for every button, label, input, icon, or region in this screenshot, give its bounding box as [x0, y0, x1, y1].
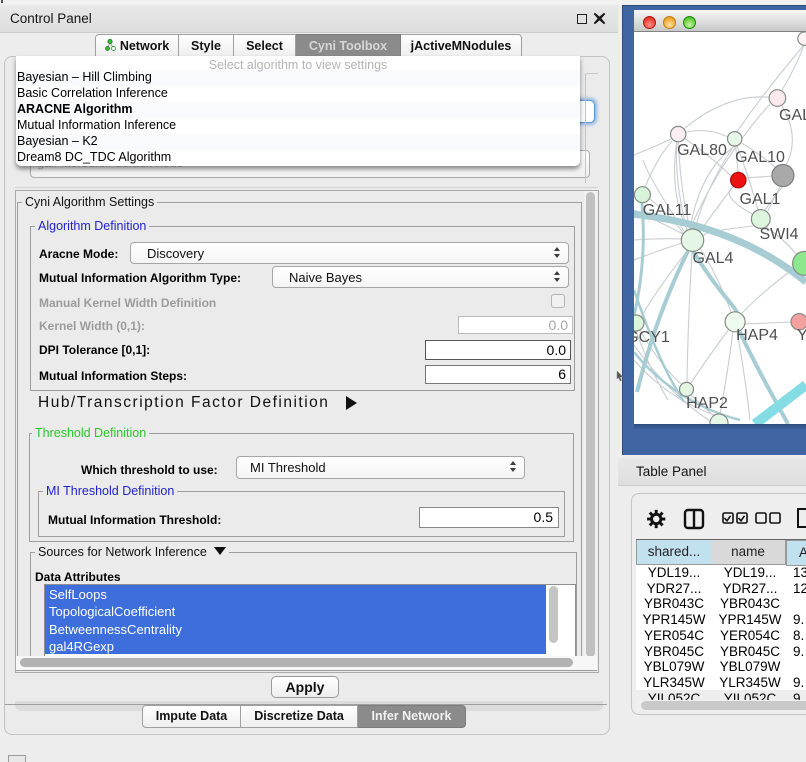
svg-text:GAL4: GAL4 — [693, 250, 734, 267]
svg-text:SWI4: SWI4 — [759, 226, 798, 243]
svg-text:HAP4: HAP4 — [736, 327, 778, 344]
svg-text:GCY1: GCY1 — [634, 329, 670, 346]
svg-text:GAL1: GAL1 — [740, 191, 781, 208]
svg-text:Y: Y — [797, 327, 806, 344]
svg-text:GAL: GAL — [779, 107, 806, 124]
svg-text:HAP2: HAP2 — [686, 395, 728, 412]
svg-text:GAL80: GAL80 — [677, 142, 727, 159]
svg-text:GAL10: GAL10 — [735, 149, 785, 166]
svg-text:GAL11: GAL11 — [643, 202, 692, 219]
